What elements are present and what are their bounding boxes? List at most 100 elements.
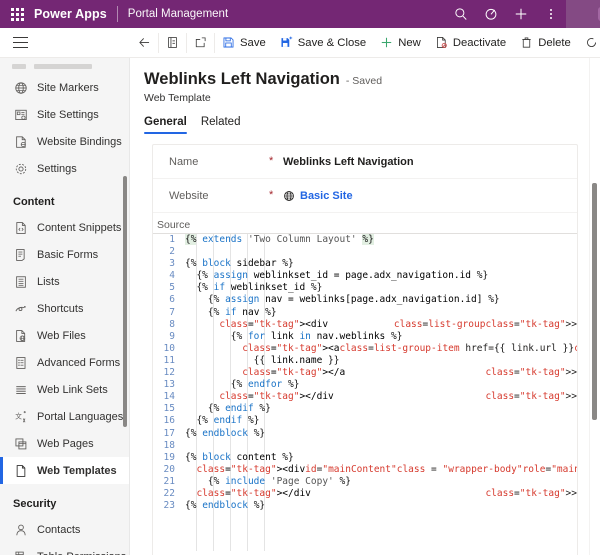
code-line: 20 class="tk-tag"><div id = "mainContent" … [153, 464, 577, 476]
website-lookup-field[interactable]: Basic Site [283, 190, 353, 202]
sidebar-item-basic-forms[interactable]: Basic Forms [0, 241, 129, 268]
line-number: 10 [163, 342, 175, 354]
main-scrollbar-thumb[interactable] [592, 183, 597, 420]
code-line: 9 {% for link in nav.weblinks %} [153, 331, 577, 343]
line-number: 7 [169, 306, 175, 318]
more-icon[interactable] [536, 0, 566, 28]
sidebar-scrollbar-thumb[interactable] [123, 176, 127, 427]
sidebar-item-label: Web Pages [37, 437, 94, 450]
appbar-actions [446, 0, 600, 28]
line-content: {% if nav %} [207, 306, 277, 318]
line-content: class="tk-tag"></a [242, 367, 346, 379]
line-content: class="tk-tag"></div [219, 391, 334, 403]
sidebar-item-table-permissions[interactable]: Table Permissions [0, 543, 129, 555]
line-content [183, 246, 577, 258]
code-line: 12 class="tk-tag"></a class = "tk-tag" >> [153, 367, 577, 379]
deactivate-button-label: Deactivate [452, 36, 507, 49]
line-content: {% for link in nav.weblinks %} [230, 330, 403, 342]
web-pages-icon [13, 436, 28, 451]
line-content: class="tk-tag"></div [196, 487, 311, 499]
sidebar-item-web-templates[interactable]: Web Templates [0, 457, 129, 484]
code-line: 7 {% if nav %} [153, 307, 577, 319]
save-and-close-button[interactable]: Save & Close [273, 28, 373, 58]
line-number: 6 [169, 294, 175, 306]
user-avatar[interactable] [566, 0, 600, 28]
sidebar-item-web-pages[interactable]: Web Pages [0, 430, 129, 457]
sidebar-item-web-link-sets[interactable]: Web Link Sets [0, 376, 129, 403]
popout-button[interactable] [187, 28, 214, 58]
sidebar-item-label: Lists [37, 275, 60, 288]
code-lines: 1 {% extends 'Two Column Layout' %} 2 3 {% b… [153, 234, 577, 512]
svg-text:文: 文 [15, 411, 22, 420]
save-button[interactable]: Save [215, 28, 273, 58]
sidebar-item-website-bindings[interactable]: Website Bindings [0, 128, 129, 155]
deactivate-button[interactable]: Deactivate [428, 28, 513, 58]
code-line: 17 {% endblock %} [153, 428, 577, 440]
sidebar-item-web-files[interactable]: Web Files [0, 322, 129, 349]
sidebar-item-content-snippets[interactable]: Content Snippets [0, 214, 129, 241]
new-button-label: New [398, 36, 421, 49]
refresh-button[interactable]: Refresh [578, 28, 600, 58]
sidebar-item-portal-languages[interactable]: 文 Portal Languages [0, 403, 129, 430]
back-button[interactable] [131, 28, 158, 58]
code-line: 5 {% if weblinkset_id %} [153, 282, 577, 294]
field-label-website: Website [169, 189, 209, 202]
code-line: 23 {% endblock %} [153, 500, 577, 512]
save-and-close-button-label: Save & Close [297, 36, 367, 49]
code-line: 22 class="tk-tag"></div class = "tk-tag" >> [153, 488, 577, 500]
line-content: {% include 'Page Copy' %} [207, 475, 351, 487]
brand-label[interactable]: Power Apps [34, 7, 117, 21]
sidebar-item-shortcuts[interactable]: Shortcuts [0, 295, 129, 322]
field-row-website: Website * Basic Site [153, 179, 577, 213]
sidebar-item-clipped[interactable] [0, 58, 129, 74]
line-number: 4 [169, 270, 175, 282]
line-content [183, 440, 577, 452]
search-icon[interactable] [446, 0, 476, 28]
new-button[interactable]: New [373, 28, 428, 58]
line-number: 21 [163, 475, 175, 487]
line-number: 14 [163, 391, 175, 403]
delete-button[interactable]: Delete [513, 28, 578, 58]
contact-icon [13, 522, 28, 537]
line-content: {% extends 'Two Column Layout' %} [185, 234, 374, 245]
sidebar-item-advanced-forms[interactable]: Advanced Forms [0, 349, 129, 376]
app-name-label[interactable]: Portal Management [128, 8, 228, 20]
line-number: 5 [169, 282, 175, 294]
required-indicator: * [269, 189, 274, 201]
line-content: {% if weblinkset_id %} [196, 282, 323, 294]
save-button-label: Save [240, 36, 266, 49]
sidebar-item-contacts[interactable]: Contacts [0, 516, 129, 543]
hamburger-icon[interactable] [0, 28, 41, 58]
appbar-divider [116, 6, 118, 22]
sidebar-item-site-markers[interactable]: Site Markers [0, 74, 129, 101]
save-status: - Saved [345, 75, 383, 87]
form-tabs: General Related [130, 104, 600, 134]
line-content: {% endif %} [207, 403, 271, 415]
sidebar-item-label: Web Link Sets [37, 383, 108, 396]
line-number: 23 [163, 500, 175, 512]
line-content: {{ link.name }} [253, 354, 340, 366]
tab-related[interactable]: Related [201, 116, 241, 134]
diagnostics-icon[interactable] [476, 0, 506, 28]
sidebar-item-settings[interactable]: Settings [0, 155, 129, 182]
snippet-icon [13, 220, 28, 235]
plus-icon[interactable] [506, 0, 536, 28]
settings-grid-icon [13, 107, 28, 122]
code-line: 14 class="tk-tag"></div class = "tk-tag" >> [153, 391, 577, 403]
name-field[interactable]: Weblinks Left Navigation [283, 156, 414, 168]
sidebar-group-content: Content [13, 196, 55, 208]
line-content: {% endblock %} [185, 500, 266, 512]
code-line: 1 {% extends 'Two Column Layout' %} [153, 234, 577, 246]
sidebar-item-site-settings[interactable]: Site Settings [0, 101, 129, 128]
waffle-icon[interactable] [0, 0, 34, 28]
sidebar-group-security: Security [13, 498, 57, 510]
sidebar-item-lists[interactable]: Lists [0, 268, 129, 295]
code-line: 6 {% assign nav = weblinks[page.adx_navi… [153, 294, 577, 306]
website-lookup-value: Basic Site [300, 189, 353, 202]
source-code-editor[interactable]: 1 {% extends 'Two Column Layout' %} 2 3 {% b… [153, 233, 577, 551]
tab-general[interactable]: General [144, 116, 187, 134]
globe-icon [283, 190, 295, 202]
form-selector-button[interactable] [159, 28, 186, 58]
line-number: 19 [163, 451, 175, 463]
table-permissions-icon [13, 549, 28, 555]
